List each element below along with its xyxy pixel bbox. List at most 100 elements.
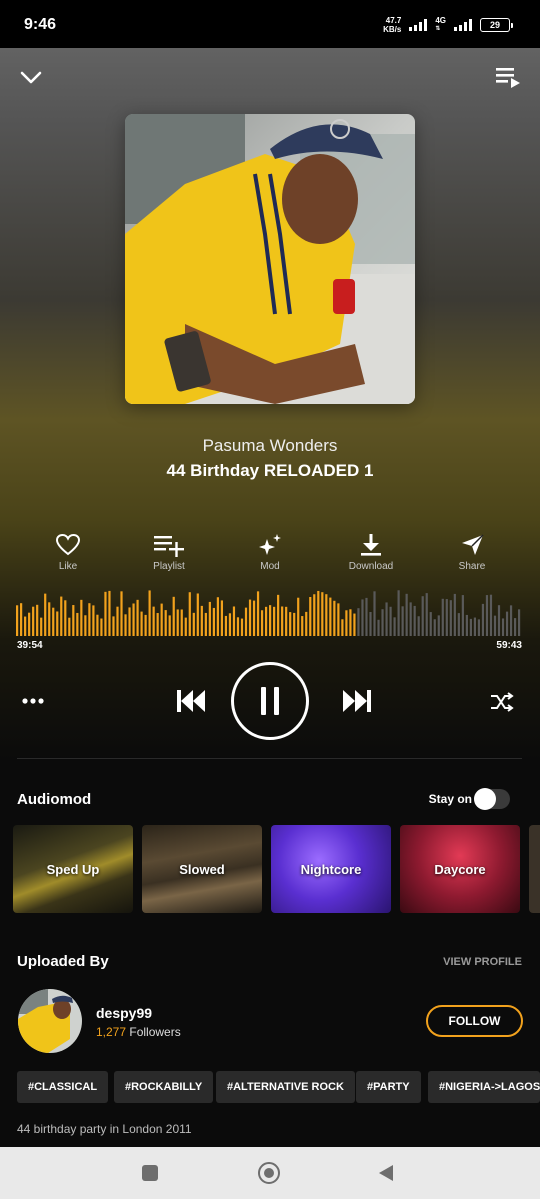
tag-chip[interactable]: #ALTERNATIVE ROCK <box>216 1071 355 1103</box>
mod-label: Slowed <box>179 861 225 877</box>
waveform-bar <box>405 593 408 636</box>
back-icon[interactable] <box>378 1164 394 1182</box>
pause-button[interactable] <box>231 662 309 740</box>
like-button[interactable]: Like <box>28 533 108 572</box>
mod-more[interactable] <box>529 825 540 913</box>
waveform-bar <box>309 597 312 636</box>
share-button[interactable]: Share <box>432 533 512 572</box>
waveform-bar <box>365 597 368 636</box>
waveform-bar <box>44 593 47 636</box>
audiomod-list: Sped Up Slowed Nightcore Daycore <box>13 825 540 913</box>
waveform-bar <box>373 591 376 636</box>
mod-label: Daycore <box>434 861 486 877</box>
waveform-bar <box>144 614 147 636</box>
tag-chip[interactable]: #PARTY <box>356 1071 421 1103</box>
waveform-bar <box>100 618 103 636</box>
status-indicators: 47.7 KB/s 4G ⇅ 29 <box>383 16 513 34</box>
album-cover <box>125 114 415 404</box>
next-track-icon[interactable] <box>341 686 373 716</box>
network-speed-unit: KB/s <box>383 25 402 34</box>
waveform-bar <box>32 606 35 636</box>
waveform-bar <box>236 617 240 636</box>
playlist-button[interactable]: Playlist <box>129 533 209 572</box>
waveform-bar <box>493 615 497 636</box>
waveform-bar <box>140 611 143 636</box>
waveform-bar <box>36 604 39 636</box>
waveform-bar <box>148 590 151 636</box>
queue-icon[interactable] <box>494 63 522 91</box>
waveform-bar <box>192 612 195 636</box>
waveform-bar <box>52 607 55 636</box>
tag-chip[interactable]: #ROCKABILLY <box>114 1071 214 1103</box>
waveform-bar <box>401 606 404 636</box>
mod-label: Sped Up <box>46 861 100 877</box>
tag-chip[interactable]: #CLASSICAL <box>17 1071 109 1103</box>
stay-on-label: Stay on <box>428 792 472 806</box>
waveform-bar <box>293 612 296 636</box>
waveform-bar <box>200 605 203 636</box>
mod-nightcore[interactable]: Nightcore <box>271 825 391 913</box>
track-artist[interactable]: Pasuma Wonders <box>0 436 540 456</box>
waveform-bar <box>305 611 308 636</box>
waveform-bar <box>485 595 489 636</box>
send-icon <box>462 534 484 555</box>
follow-button[interactable]: FOLLOW <box>426 1005 523 1037</box>
mod-sped-up[interactable]: Sped Up <box>13 825 133 913</box>
waveform-bar <box>20 603 23 636</box>
waveform-bar <box>180 609 183 636</box>
uploader-username[interactable]: despy99 <box>96 1005 152 1021</box>
heart-icon <box>55 533 81 556</box>
waveform-bar <box>56 611 59 636</box>
waveform-bar <box>208 601 211 636</box>
view-profile-link[interactable]: VIEW PROFILE <box>443 956 522 968</box>
waveform-bar <box>228 613 232 636</box>
more-options-icon[interactable] <box>20 690 46 712</box>
waveform-bar <box>369 612 372 636</box>
mod-daycore[interactable]: Daycore <box>400 825 520 913</box>
waveform-bar <box>164 610 167 636</box>
waveform-seekbar[interactable] <box>16 588 522 636</box>
previous-track-icon[interactable] <box>175 686 207 716</box>
download-label: Download <box>348 561 394 572</box>
avatar[interactable] <box>18 989 82 1053</box>
recents-icon[interactable] <box>142 1165 158 1181</box>
signal-icon <box>409 19 428 31</box>
waveform-bar <box>345 610 348 636</box>
mod-button[interactable]: Mod <box>230 533 310 572</box>
followers: 1,277 Followers <box>96 1025 181 1039</box>
waveform-bar <box>377 619 380 636</box>
waveform-bar <box>260 610 264 636</box>
waveform-bar <box>84 615 87 636</box>
waveform-bar <box>80 599 83 636</box>
waveform-bar <box>417 616 420 636</box>
track-actions: Like Playlist Mod Download Share <box>0 533 540 577</box>
tag-chip[interactable]: #NIGERIA->LAGOS-> <box>428 1071 540 1103</box>
waveform-bar <box>92 605 95 636</box>
divider <box>17 758 522 759</box>
waveform-bar <box>473 617 477 636</box>
waveform-bar <box>28 612 31 636</box>
waveform-bar <box>433 619 436 636</box>
download-button[interactable]: Download <box>331 533 411 572</box>
waveform-bar <box>381 609 384 636</box>
waveform-bar <box>349 609 352 636</box>
waveform-bar <box>317 590 320 636</box>
waveform-bar <box>40 617 43 636</box>
like-label: Like <box>58 561 78 572</box>
chevron-down-icon[interactable] <box>16 62 46 92</box>
waveform-bar <box>124 614 127 636</box>
waveform-bar <box>513 618 517 636</box>
signal-icon-2 <box>454 19 472 31</box>
shuffle-icon[interactable] <box>489 690 515 714</box>
waveform-bar <box>172 596 175 636</box>
status-time: 9:46 <box>24 16 57 33</box>
stay-on-toggle[interactable] <box>474 788 510 810</box>
waveform-bar <box>445 599 448 636</box>
waveform-bar <box>285 606 288 636</box>
network-type: 4G ⇅ <box>435 16 446 32</box>
waveform-bar <box>76 612 79 636</box>
mod-slowed[interactable]: Slowed <box>142 825 262 913</box>
waveform-bar <box>212 607 215 636</box>
home-icon[interactable] <box>258 1162 280 1184</box>
waveform-bar <box>337 603 340 636</box>
